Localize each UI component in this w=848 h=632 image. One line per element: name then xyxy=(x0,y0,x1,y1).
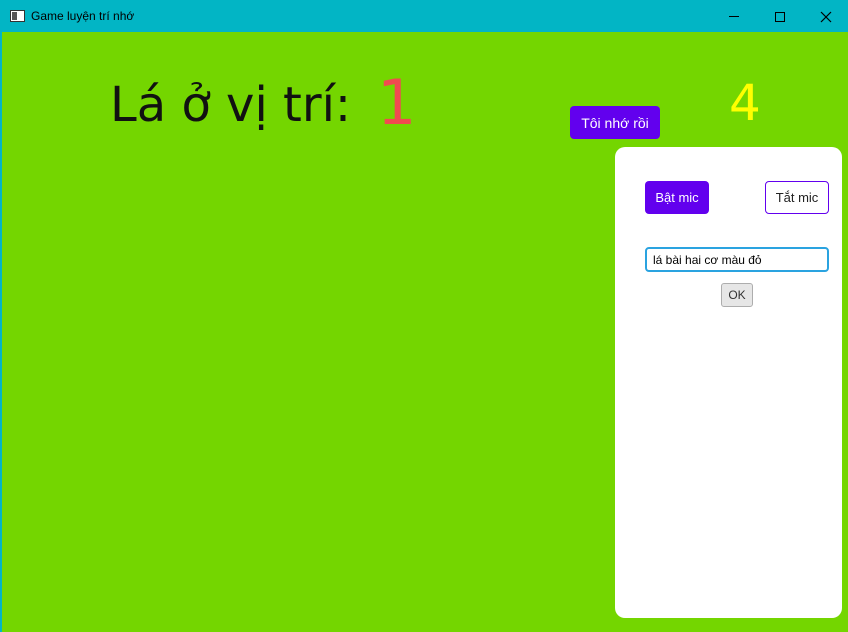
position-value: 1 xyxy=(377,66,417,139)
voice-panel: Bật mic Tắt mic OK xyxy=(615,147,842,618)
window-title: Game luyện trí nhớ xyxy=(31,9,135,23)
maximize-icon xyxy=(775,11,785,22)
remembered-button[interactable]: Tôi nhớ rồi xyxy=(570,106,660,139)
position-label: Lá ở vị trí: xyxy=(110,77,352,133)
minimize-button[interactable] xyxy=(711,1,757,32)
close-icon xyxy=(820,11,832,22)
app-icon xyxy=(10,10,25,22)
speech-input[interactable] xyxy=(645,247,829,272)
title-bar[interactable]: Game luyện trí nhớ xyxy=(1,1,848,32)
minimize-icon xyxy=(729,16,739,17)
app-window: Game luyện trí nhớ Lá ở vị trí: 1 4 Tôi … xyxy=(0,0,848,632)
ok-button[interactable]: OK xyxy=(721,283,753,307)
counter-value: 4 xyxy=(729,74,761,132)
game-area: Lá ở vị trí: 1 4 Tôi nhớ rồi Bật mic Tắt… xyxy=(2,32,848,632)
mic-off-button[interactable]: Tắt mic xyxy=(765,181,829,214)
mic-on-button[interactable]: Bật mic xyxy=(645,181,709,214)
maximize-button[interactable] xyxy=(757,1,803,32)
close-button[interactable] xyxy=(803,1,848,32)
